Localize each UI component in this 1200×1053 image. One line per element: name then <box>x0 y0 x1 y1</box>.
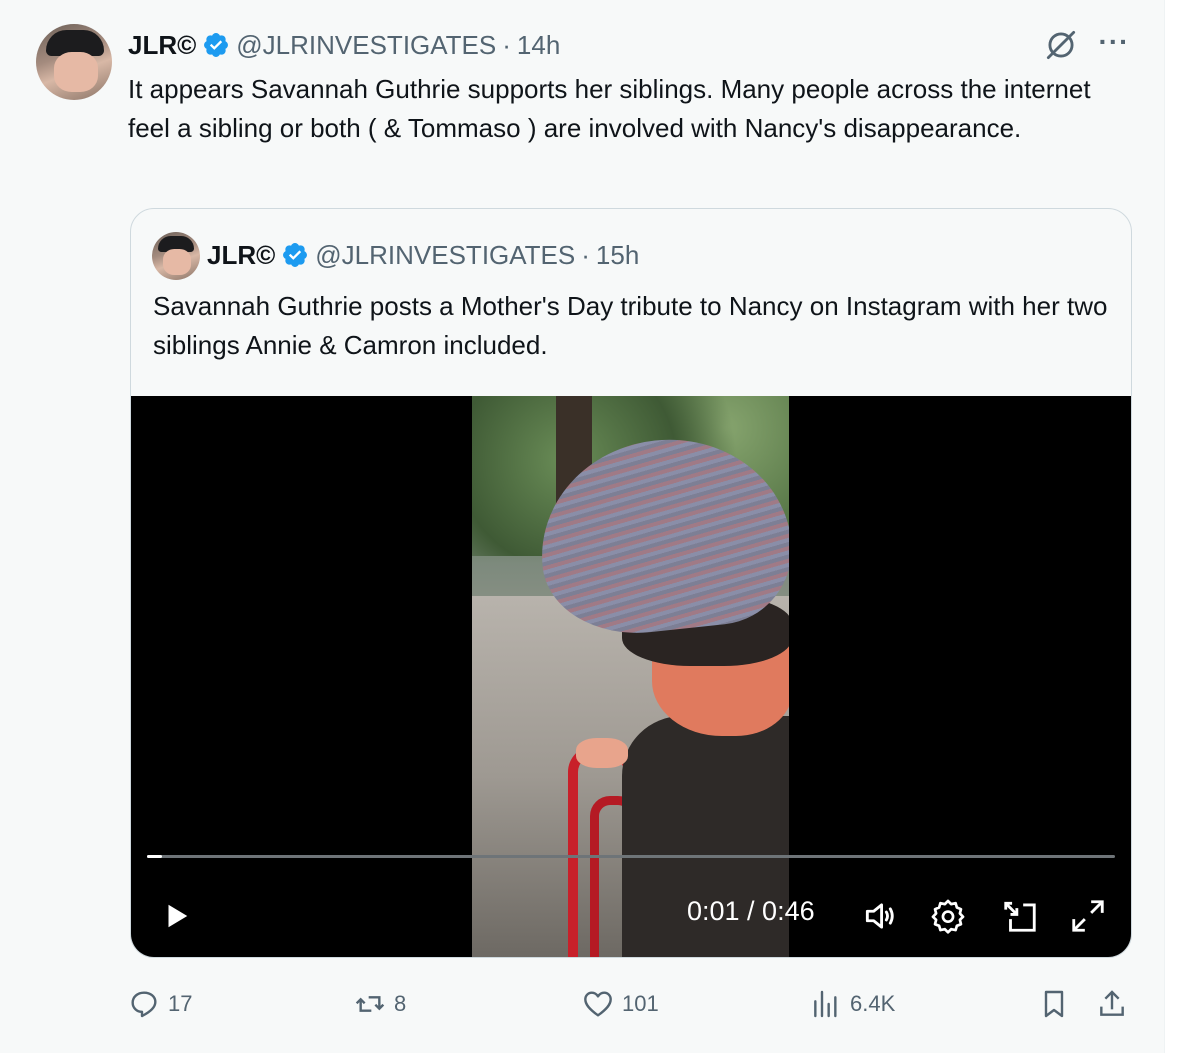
quoted-tweet-header: JLR© @JLRINVESTIGATES · 15h <box>207 235 639 275</box>
views-count: 6.4K <box>850 991 896 1016</box>
volume-icon[interactable] <box>861 897 899 935</box>
quoted-tweet-text: Savannah Guthrie posts a Mother's Day tr… <box>153 291 1108 360</box>
video-time: 0:01 / 0:46 <box>687 896 815 926</box>
reply-button[interactable]: 17 <box>128 980 192 1028</box>
author-name[interactable]: JLR© <box>128 30 196 61</box>
quoted-tweet[interactable]: JLR© @JLRINVESTIGATES · 15h Savannah Gut… <box>130 208 1132 958</box>
share-icon <box>1100 990 1124 1016</box>
more-icon[interactable]: ··· <box>1094 28 1134 60</box>
timestamp[interactable]: 14h <box>517 30 560 61</box>
like-count: 101 <box>622 991 659 1016</box>
bookmark-icon <box>1044 990 1064 1018</box>
avatar-face <box>54 52 98 92</box>
video-progress-bar[interactable] <box>147 855 1115 858</box>
bookmark-button[interactable] <box>1038 980 1070 1028</box>
repost-count: 8 <box>394 991 407 1016</box>
separator: · <box>502 29 511 60</box>
tweet-header: JLR© @JLRINVESTIGATES · 14h <box>128 28 560 62</box>
video-progress-fill <box>147 855 162 858</box>
quoted-author-name: JLR© <box>207 239 276 270</box>
play-icon[interactable] <box>161 901 191 931</box>
verified-badge-icon <box>204 33 229 57</box>
repost-icon <box>355 996 385 1012</box>
picture-in-picture-icon[interactable] <box>1001 897 1039 935</box>
verified-badge-icon <box>283 243 308 267</box>
quoted-timestamp: 15h <box>595 239 640 270</box>
quoted-avatar <box>152 232 200 280</box>
quoted-author-handle: @JLRINVESTIGATES <box>315 239 576 270</box>
author-handle[interactable]: @JLRINVESTIGATES <box>236 30 496 61</box>
views-icon <box>814 990 837 1018</box>
fullscreen-icon[interactable] <box>1069 897 1107 935</box>
views-button[interactable]: 6.4K <box>810 980 895 1028</box>
like-button[interactable]: 101 <box>582 980 659 1028</box>
tweet-actions: 17 8 101 6.4K <box>0 980 1164 1028</box>
video-player[interactable]: 0:01 / 0:46 <box>131 396 1131 957</box>
avatar[interactable] <box>36 24 112 100</box>
settings-icon[interactable] <box>929 897 967 935</box>
reply-count: 17 <box>168 991 193 1016</box>
tweet[interactable]: JLR© @JLRINVESTIGATES · 14h ··· It appea… <box>0 0 1165 1053</box>
share-button[interactable] <box>1096 980 1128 1028</box>
video-frame <box>472 396 789 957</box>
reply-icon <box>131 991 157 1018</box>
like-icon <box>584 991 612 1017</box>
repost-button[interactable]: 8 <box>354 980 406 1028</box>
separator: · <box>581 239 590 270</box>
tweet-text: It appears Savannah Guthrie supports her… <box>128 74 1091 143</box>
grok-icon[interactable] <box>1042 26 1080 64</box>
